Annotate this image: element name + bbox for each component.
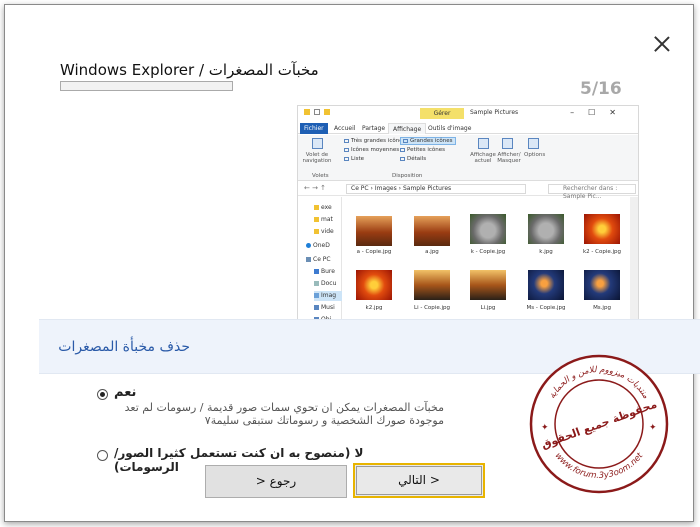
layout-option: Très grandes icônes	[351, 138, 406, 144]
section-heading: حذف مخبأة المصغرات	[58, 339, 190, 355]
explorer-scrollbar	[630, 197, 638, 324]
options-icon	[528, 138, 539, 149]
close-icon[interactable]	[654, 36, 670, 52]
back-button[interactable]: رجوع <	[205, 465, 347, 498]
address-box: Ce PC › Images › Sample Pictures	[346, 184, 526, 194]
explorer-titlebar: Gérer Sample Pictures –☐✕	[298, 106, 638, 121]
desert-thumbnail	[414, 216, 450, 246]
file-name: Ms.jpg	[593, 305, 611, 311]
layout-option: Petites icônes	[407, 147, 445, 153]
desert-thumbnail	[356, 216, 392, 246]
flower-thumbnail	[584, 214, 620, 244]
file-name: Li - Copie.jpg	[414, 305, 450, 311]
yes-radio[interactable]	[97, 389, 108, 400]
file-name: k.jpg	[539, 249, 553, 255]
file-name: k2.jpg	[365, 305, 383, 311]
current-view-icon	[478, 138, 489, 149]
progress-bar	[60, 81, 233, 91]
page-title: مخبآت المصغرات / Windows Explorer	[60, 61, 319, 79]
layout-option-selected: Grandes icônes	[410, 138, 453, 144]
explorer-window-title: Sample Pictures	[470, 109, 519, 116]
file-name: a - Copie.jpg	[356, 249, 392, 255]
file-name: Ms - Copie.jpg	[526, 305, 566, 311]
layout-option: Icônes moyennes	[351, 147, 400, 153]
layout-option: Liste	[351, 156, 364, 162]
tab-file: Fichier	[300, 123, 328, 134]
file-name: k2 - Copie.jpg	[582, 249, 622, 255]
no-radio[interactable]	[97, 450, 108, 461]
flower-thumbnail	[356, 270, 392, 300]
file-name: a.jpg	[425, 249, 439, 255]
layout-group-label: Disposition	[392, 173, 423, 179]
path-segment: Sample Pictures	[402, 185, 452, 192]
folder-icon	[324, 109, 330, 115]
jellyfish-thumbnail	[528, 270, 564, 300]
check-icon	[314, 109, 320, 115]
lighthouse-thumbnail	[414, 270, 450, 300]
folder-icon	[304, 109, 310, 115]
nav-item-selected: Imag	[321, 292, 337, 299]
nav-item: Ce PC	[313, 256, 331, 263]
explorer-screenshot: Gérer Sample Pictures –☐✕ Fichier Accuei…	[297, 105, 639, 325]
koala-thumbnail	[528, 214, 564, 244]
show-hide-icon	[502, 138, 513, 149]
jellyfish-thumbnail	[584, 270, 620, 300]
path-segment: Images	[374, 185, 397, 192]
tab-share: Partage	[362, 125, 386, 132]
nav-item: exe	[321, 204, 332, 211]
file-name: k - Copie.jpg	[470, 249, 506, 255]
koala-thumbnail	[470, 214, 506, 244]
current-view-label: Affichage actuel	[470, 152, 496, 164]
explorer-ribbon: Volet de navigation Volets Très grandes …	[298, 135, 638, 181]
nav-item: Musi	[321, 304, 335, 311]
copyright-stamp: منتديات ميزووم للامن و الحماية www.forum…	[529, 354, 669, 494]
nav-arrows-icon: ← → ↑	[304, 184, 327, 192]
yes-option-description: مخبآت المصغرات يمكن ان تحوي سمات صور قدي…	[124, 401, 444, 427]
tab-home: Accueil	[334, 125, 356, 132]
manage-tab: Gérer	[420, 108, 464, 119]
path-segment: Ce PC	[351, 185, 369, 192]
nav-item: OneD	[313, 242, 330, 249]
nav-item: Bure	[321, 268, 335, 275]
step-counter: 5/16	[580, 79, 622, 99]
explorer-address-bar: ← → ↑ Ce PC › Images › Sample Pictures R…	[298, 182, 638, 200]
nav-pane-icon	[312, 138, 323, 149]
file-name: Li.jpg	[480, 305, 496, 311]
yes-option-label[interactable]: نعم	[114, 385, 136, 400]
tab-view: Affichage	[388, 123, 427, 134]
nav-item: Docu	[321, 280, 337, 287]
window-controls-icon: –☐✕	[570, 108, 630, 117]
explorer-tabs: Fichier Accueil Partage Affichage Outils…	[298, 122, 638, 134]
layout-option: Détails	[407, 156, 427, 162]
panes-group-label: Volets	[312, 173, 329, 179]
stamp-ornament-icon: ✦	[649, 423, 657, 433]
options-label: Options	[524, 152, 546, 158]
next-button[interactable]: < التالي	[353, 463, 485, 498]
show-hide-label: Afficher/ Masquer	[497, 152, 521, 164]
tab-image-tools: Outils d'image	[428, 125, 472, 132]
lighthouse-thumbnail	[470, 270, 506, 300]
nav-pane-label: Volet de navigation	[302, 152, 332, 164]
explorer-search: Rechercher dans : Sample Pic...	[548, 184, 636, 200]
stamp-ornament-icon: ✦	[541, 423, 549, 433]
explorer-nav-pane: exe mat vide OneD Ce PC Bure Docu Imag M…	[298, 197, 342, 324]
nav-item: vide	[321, 228, 334, 235]
nav-item: mat	[321, 216, 333, 223]
